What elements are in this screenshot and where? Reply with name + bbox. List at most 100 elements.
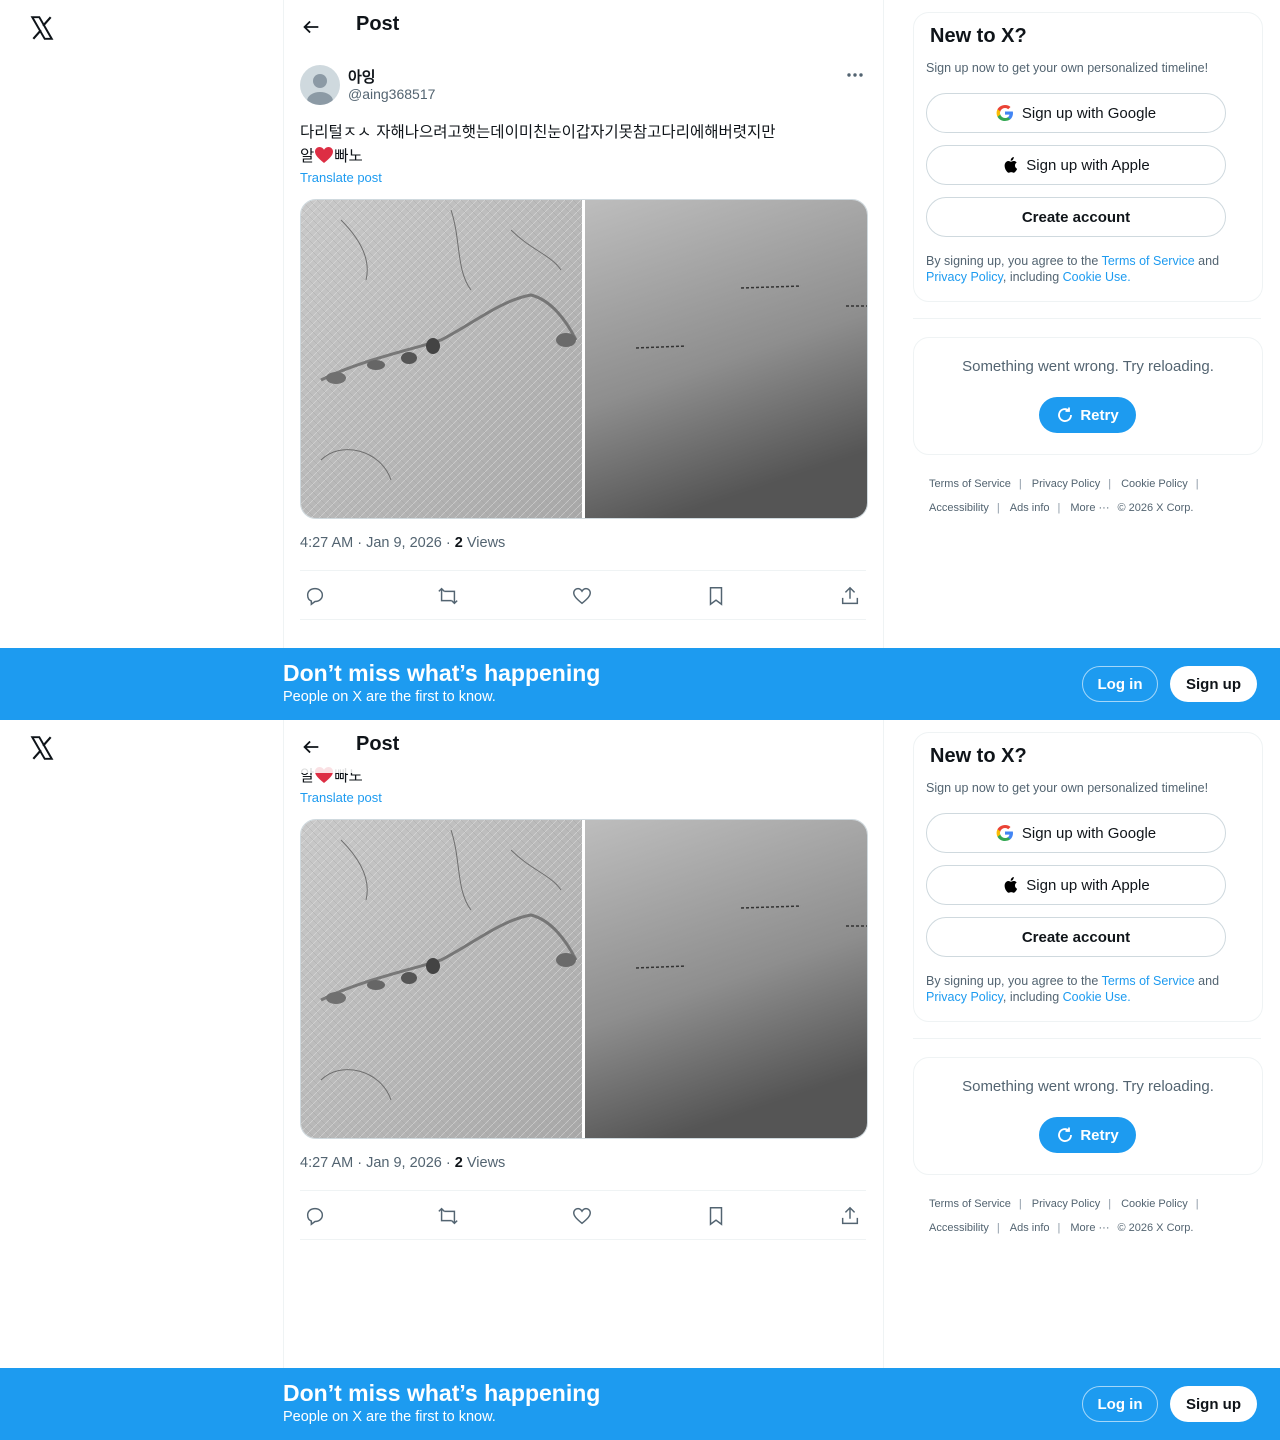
reply-icon[interactable] [304,585,326,607]
error-card: Something went wrong. Try reloading. Ret… [913,1057,1263,1175]
login-banner: Don’t miss what’s happening People on X … [0,648,1280,720]
footer-tos-link[interactable]: Terms of Service [929,1198,1011,1210]
main-column: Post 알 빠노 Translate post 4:27 AM · Jan 9… [283,720,884,1440]
signup-apple-label: Sign up with Apple [1026,156,1150,174]
post-header: Post [284,720,883,773]
footer-accessibility-link[interactable]: Accessibility [929,1222,989,1234]
post-time: 4:27 AM · Jan 9, 2026 · [300,535,455,551]
user-handle[interactable]: @aing368517 [348,86,435,102]
banner-signup-button[interactable]: Sign up [1170,666,1257,702]
footer-more-link[interactable]: More ··· [1070,502,1109,514]
footer-more-link[interactable]: More ··· [1070,1222,1109,1234]
footer-privacy-link[interactable]: Privacy Policy [1032,478,1100,490]
arrow-left-icon[interactable] [300,16,322,38]
media-photos [301,820,867,1138]
red-heart-emoji-icon [315,147,334,163]
signup-google-button[interactable]: Sign up with Google [926,93,1226,133]
footer-cookie-link[interactable]: Cookie Policy [1121,1198,1188,1210]
bookmark-icon[interactable] [705,585,727,607]
main-column: Post 아잉 @aing368517 다리털ㅈㅅ 자해나으려고햇는데이미친눈이… [283,0,884,720]
x-logo-icon[interactable] [29,735,55,761]
translate-post-link[interactable]: Translate post [300,790,382,805]
post-text: 다리털ㅈㅅ 자해나으려고햇는데이미친눈이갑자기못참고다리에해버렷지만 알 빠노 [300,120,870,168]
privacy-policy-link[interactable]: Privacy Policy [926,270,1003,284]
signup-apple-button[interactable]: Sign up with Apple [926,865,1226,905]
new-to-x-card: New to X? Sign up now to get your own pe… [913,12,1263,302]
bookmark-icon[interactable] [705,1205,727,1227]
arrow-left-icon[interactable] [300,736,322,758]
footer-cookie-link[interactable]: Cookie Policy [1121,478,1188,490]
screenshot-frame-bottom: Post 알 빠노 Translate post 4:27 AM · Jan 9… [0,720,1280,1440]
post-header: Post [284,0,883,53]
repost-icon[interactable] [437,585,459,607]
banner-login-button[interactable]: Log in [1082,666,1158,702]
avatar[interactable] [300,65,340,105]
footer-tos-link[interactable]: Terms of Service [929,478,1011,490]
new-to-x-title: New to X? [930,745,1027,767]
repost-icon[interactable] [437,1205,459,1227]
footer-ads-link[interactable]: Ads info [1010,1222,1050,1234]
page-title: Post [356,13,400,35]
terms-of-service-link[interactable]: Terms of Service [1102,254,1195,268]
legal-text-2: and [1194,974,1220,988]
retry-label: Retry [1080,1126,1119,1144]
post-media[interactable] [300,819,868,1139]
share-icon[interactable] [839,585,861,607]
new-to-x-subtitle: Sign up now to get your own personalized… [926,61,1209,75]
signup-apple-button[interactable]: Sign up with Apple [926,145,1226,185]
display-name[interactable]: 아잉 [348,66,376,87]
page-title: Post [356,733,400,755]
google-icon [996,105,1013,121]
post-time: 4:27 AM · Jan 9, 2026 · [300,1155,455,1171]
banner-title: Don’t miss what’s happening [283,1380,601,1406]
refresh-icon [1058,1127,1073,1142]
retry-button[interactable]: Retry [1039,1117,1136,1153]
retry-label: Retry [1080,406,1119,424]
post-text-line2-post: 빠노 [334,147,363,165]
banner-signup-button[interactable]: Sign up [1170,1386,1257,1422]
post-actions [300,570,866,620]
banner-login-button[interactable]: Log in [1082,1386,1158,1422]
new-to-x-card: New to X? Sign up now to get your own pe… [913,732,1263,1022]
privacy-policy-link[interactable]: Privacy Policy [926,990,1003,1004]
signup-google-button[interactable]: Sign up with Google [926,813,1226,853]
more-options-icon[interactable] [842,66,868,84]
new-to-x-title: New to X? [930,25,1027,47]
cookie-use-link[interactable]: Cookie Use. [1063,990,1131,1004]
media-photos [301,200,867,518]
error-message: Something went wrong. Try reloading. [962,1078,1214,1095]
terms-of-service-link[interactable]: Terms of Service [1102,974,1195,988]
sidebar-divider [913,318,1261,319]
share-icon[interactable] [839,1205,861,1227]
post-text-line1: 다리털ㅈㅅ 자해나으려고햇는데이미친눈이갑자기못참고다리에해버렷지만 [300,123,776,141]
like-heart-icon[interactable] [571,585,593,607]
view-count: 2 [454,535,463,551]
footer-privacy-link[interactable]: Privacy Policy [1032,1198,1100,1210]
new-to-x-subtitle: Sign up now to get your own personalized… [926,781,1209,795]
create-account-button[interactable]: Create account [926,917,1226,957]
apple-icon [1004,157,1018,173]
footer-ads-link[interactable]: Ads info [1010,502,1050,514]
cookie-use-link[interactable]: Cookie Use. [1063,270,1131,284]
legal-text-2: and [1194,254,1220,268]
footer-links: Terms of Service | Privacy Policy | Cookie P… [929,478,1199,514]
x-logo-icon[interactable] [29,15,55,41]
post-media[interactable] [300,199,868,519]
footer-accessibility-link[interactable]: Accessibility [929,502,989,514]
screenshot-frame-top: Post 아잉 @aing368517 다리털ㅈㅅ 자해나으려고햇는데이미친눈이… [0,0,1280,720]
banner-subtitle: People on X are the first to know. [283,689,496,705]
reply-icon[interactable] [304,1205,326,1227]
translate-post-link[interactable]: Translate post [300,170,382,185]
views-label: Views [462,1155,506,1171]
apple-icon [1004,877,1018,893]
refresh-icon [1058,407,1073,422]
post-text-line2-pre: 알 [300,147,315,165]
create-account-button[interactable]: Create account [926,197,1226,237]
post-timestamp[interactable]: 4:27 AM · Jan 9, 2026 · 2 Views [300,1155,505,1171]
like-heart-icon[interactable] [571,1205,593,1227]
signup-apple-label: Sign up with Apple [1026,876,1150,894]
retry-button[interactable]: Retry [1039,397,1136,433]
error-message: Something went wrong. Try reloading. [962,358,1214,375]
post-timestamp[interactable]: 4:27 AM · Jan 9, 2026 · 2 Views [300,535,505,551]
error-card: Something went wrong. Try reloading. Ret… [913,337,1263,455]
